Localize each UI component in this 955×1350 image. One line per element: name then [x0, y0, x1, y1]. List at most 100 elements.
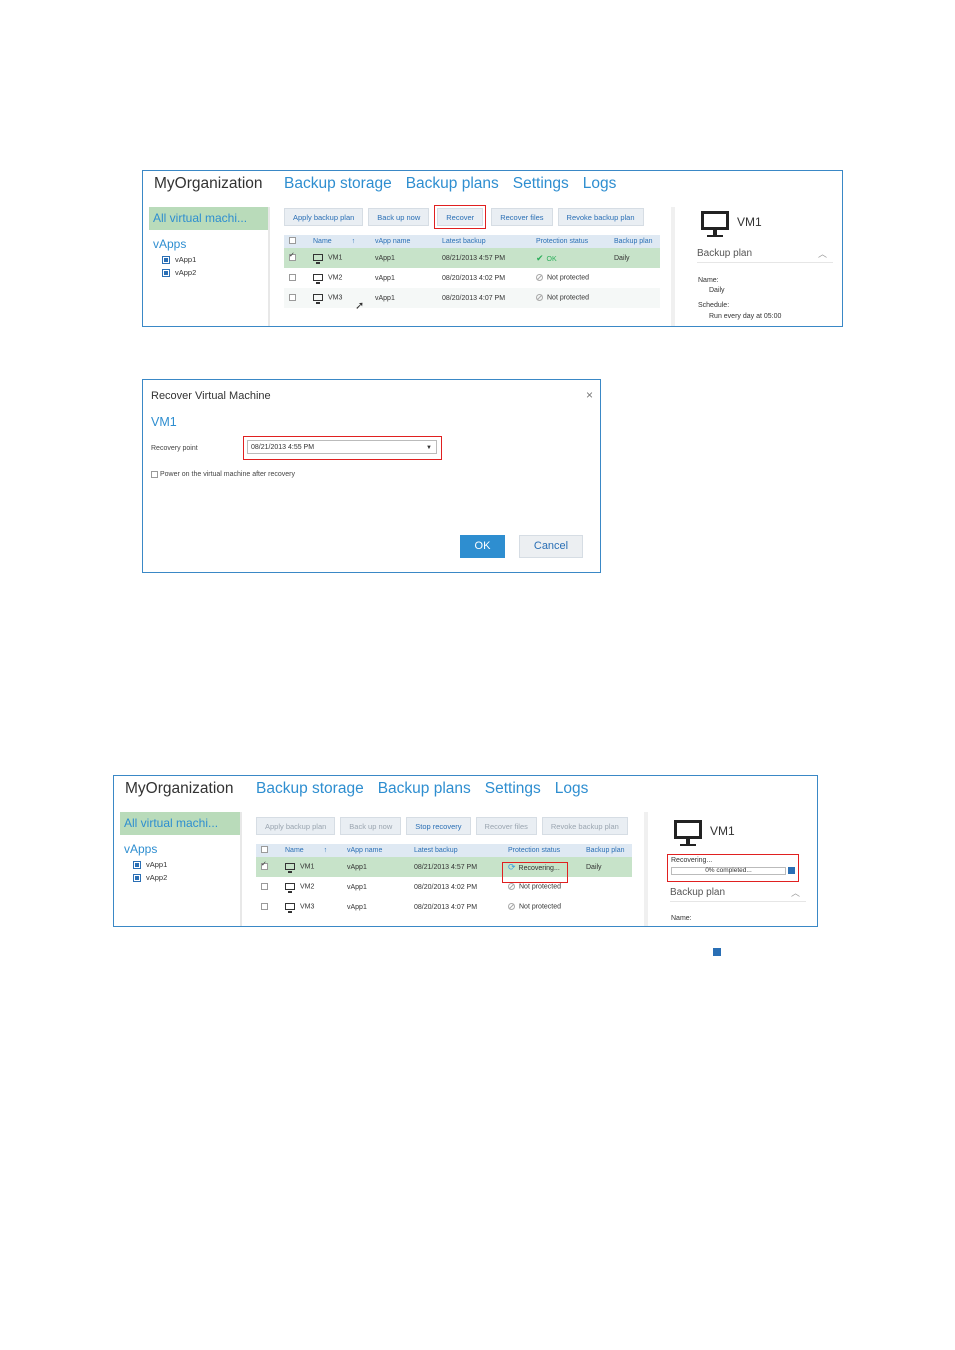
nav-settings[interactable]: Settings: [485, 780, 541, 797]
power-on-checkbox[interactable]: [151, 471, 158, 478]
details-divider: [644, 812, 648, 926]
vapp-name: vApp1: [375, 294, 395, 302]
table-row[interactable]: VM1 vApp1 08/21/2013 4:57 PM ⟳Recovering…: [256, 857, 632, 877]
column-header-name[interactable]: Name ↑: [285, 847, 347, 854]
revoke-backup-plan-button[interactable]: Revoke backup plan: [557, 208, 644, 226]
nav-links: Backup storage Backup plans Settings Logs: [256, 780, 602, 798]
revoke-backup-plan-button[interactable]: Revoke backup plan: [541, 817, 628, 835]
sidebar-item-vapp1[interactable]: vApp1: [162, 255, 269, 264]
sidebar-item-vapp2[interactable]: vApp2: [133, 873, 240, 882]
vapp-name: vApp1: [375, 254, 395, 262]
highlight-box: [502, 862, 568, 883]
nav-settings[interactable]: Settings: [513, 175, 569, 192]
close-icon[interactable]: ×: [586, 388, 593, 402]
table-row[interactable]: VM3 vApp1 08/20/2013 4:07 PM Not protect…: [284, 288, 660, 308]
chevron-up-icon[interactable]: ︿: [791, 886, 800, 899]
schedule-value: Run every day at 05:00: [709, 313, 782, 320]
sidebar-item-vapp1[interactable]: vApp1: [133, 860, 240, 869]
select-all-checkbox[interactable]: [289, 237, 296, 244]
screen2-window: MyOrganization Backup storage Backup plan…: [113, 775, 818, 927]
recovery-point-label: Recovery point: [151, 445, 198, 452]
nav-logs[interactable]: Logs: [583, 175, 617, 192]
row-checkbox[interactable]: [289, 273, 296, 281]
sidebar-item-all-vms[interactable]: All virtual machi...: [120, 812, 240, 835]
highlight-box: [243, 436, 442, 460]
vapp-name: vApp1: [347, 903, 367, 911]
column-header-backup-plan[interactable]: Backup plan: [586, 847, 625, 854]
backup-plan: Daily: [586, 863, 602, 871]
monitor-icon: [285, 883, 295, 894]
not-protected-icon: [536, 294, 543, 302]
apply-backup-plan-button[interactable]: Apply backup plan: [256, 817, 336, 835]
vm-name: VM3: [300, 903, 315, 911]
latest-backup: 08/20/2013 4:07 PM: [442, 294, 506, 302]
power-on-option[interactable]: Power on the virtual machine after recov…: [151, 471, 295, 478]
apply-backup-plan-button[interactable]: Apply backup plan: [284, 208, 364, 226]
details-divider: [671, 207, 675, 326]
latest-backup: 08/20/2013 4:02 PM: [442, 274, 506, 282]
vapp-icon: [162, 255, 170, 264]
nav-backup-plans[interactable]: Backup plans: [406, 175, 499, 192]
stop-recovery-button[interactable]: Stop recovery: [406, 817, 471, 835]
sidebar-item-all-vms[interactable]: All virtual machi...: [149, 207, 269, 230]
backup-plan-section[interactable]: Backup plan ︿: [697, 248, 833, 263]
vapp-icon: [133, 873, 141, 882]
table-header: Name ↑ vApp name Latest backup Protectio…: [284, 235, 660, 248]
mouse-cursor-icon: ➚: [355, 300, 365, 312]
column-header-latest-backup[interactable]: Latest backup: [442, 238, 536, 245]
column-header-name[interactable]: Name ↑: [313, 238, 375, 245]
column-header-protection-status[interactable]: Protection status: [508, 847, 586, 854]
vapp-name: vApp1: [347, 863, 367, 871]
stop-icon: [713, 948, 721, 956]
org-title[interactable]: MyOrganization: [154, 175, 263, 193]
column-header-vapp[interactable]: vApp name: [347, 847, 414, 854]
protection-status: OK: [546, 255, 557, 263]
org-title[interactable]: MyOrganization: [125, 780, 234, 798]
vm-name: VM1: [328, 254, 343, 262]
nav-backup-storage[interactable]: Backup storage: [256, 780, 364, 797]
column-header-latest-backup[interactable]: Latest backup: [414, 847, 508, 854]
back-up-now-button[interactable]: Back up now: [340, 817, 402, 835]
chevron-up-icon[interactable]: ︿: [818, 247, 827, 260]
column-header-backup-plan[interactable]: Backup plan: [614, 238, 653, 245]
highlight-box: [667, 854, 799, 882]
nav-backup-plans[interactable]: Backup plans: [378, 780, 471, 797]
sidebar-heading-vapps[interactable]: vApps: [153, 237, 269, 251]
cancel-button[interactable]: Cancel: [519, 535, 583, 558]
recover-button[interactable]: Recover: [434, 205, 487, 229]
top-navigation: MyOrganization Backup storage Backup plan…: [114, 776, 817, 808]
sidebar-item-label: vApp1: [146, 860, 168, 869]
nav-backup-storage[interactable]: Backup storage: [284, 175, 392, 192]
row-checkbox[interactable]: [261, 902, 268, 910]
check-icon: ✔: [536, 252, 544, 263]
recover-files-button[interactable]: Recover files: [491, 208, 553, 226]
select-all-checkbox[interactable]: [261, 846, 268, 853]
backup-plan-section[interactable]: Backup plan ︿: [670, 887, 806, 902]
protection-status: Not protected: [519, 903, 562, 911]
column-header-vapp[interactable]: vApp name: [375, 238, 442, 245]
monitor-icon: [313, 254, 323, 265]
table-row[interactable]: VM1 vApp1 08/21/2013 4:57 PM ✔OK Daily: [284, 248, 660, 268]
plan-name-label: Name:: [698, 277, 719, 284]
table-row[interactable]: VM2 vApp1 08/20/2013 4:02 PM Not protect…: [284, 268, 660, 288]
sidebar-item-vapp2[interactable]: vApp2: [162, 268, 269, 277]
latest-backup: 08/21/2013 4:57 PM: [442, 254, 506, 262]
latest-backup: 08/21/2013 4:57 PM: [414, 863, 478, 871]
table-row[interactable]: VM2 vApp1 08/20/2013 4:02 PM Not protect…: [256, 877, 632, 897]
recover-files-button[interactable]: Recover files: [475, 817, 537, 835]
vm-name: VM2: [328, 274, 343, 282]
back-up-now-button[interactable]: Back up now: [368, 208, 430, 226]
nav-logs[interactable]: Logs: [555, 780, 589, 797]
latest-backup: 08/20/2013 4:02 PM: [414, 883, 478, 891]
ok-button[interactable]: OK: [460, 535, 505, 558]
sidebar: All virtual machi... vApps vApp1 vApp2: [149, 207, 269, 277]
row-checkbox[interactable]: [261, 860, 268, 870]
column-header-protection-status[interactable]: Protection status: [536, 238, 614, 245]
vapp-icon: [162, 268, 170, 277]
row-checkbox[interactable]: [289, 251, 296, 261]
row-checkbox[interactable]: [289, 293, 296, 301]
table-row[interactable]: VM3 vApp1 08/20/2013 4:07 PM Not protect…: [256, 897, 632, 917]
sidebar-heading-vapps[interactable]: vApps: [124, 842, 240, 856]
row-checkbox[interactable]: [261, 882, 268, 890]
protection-status: Not protected: [547, 274, 590, 282]
